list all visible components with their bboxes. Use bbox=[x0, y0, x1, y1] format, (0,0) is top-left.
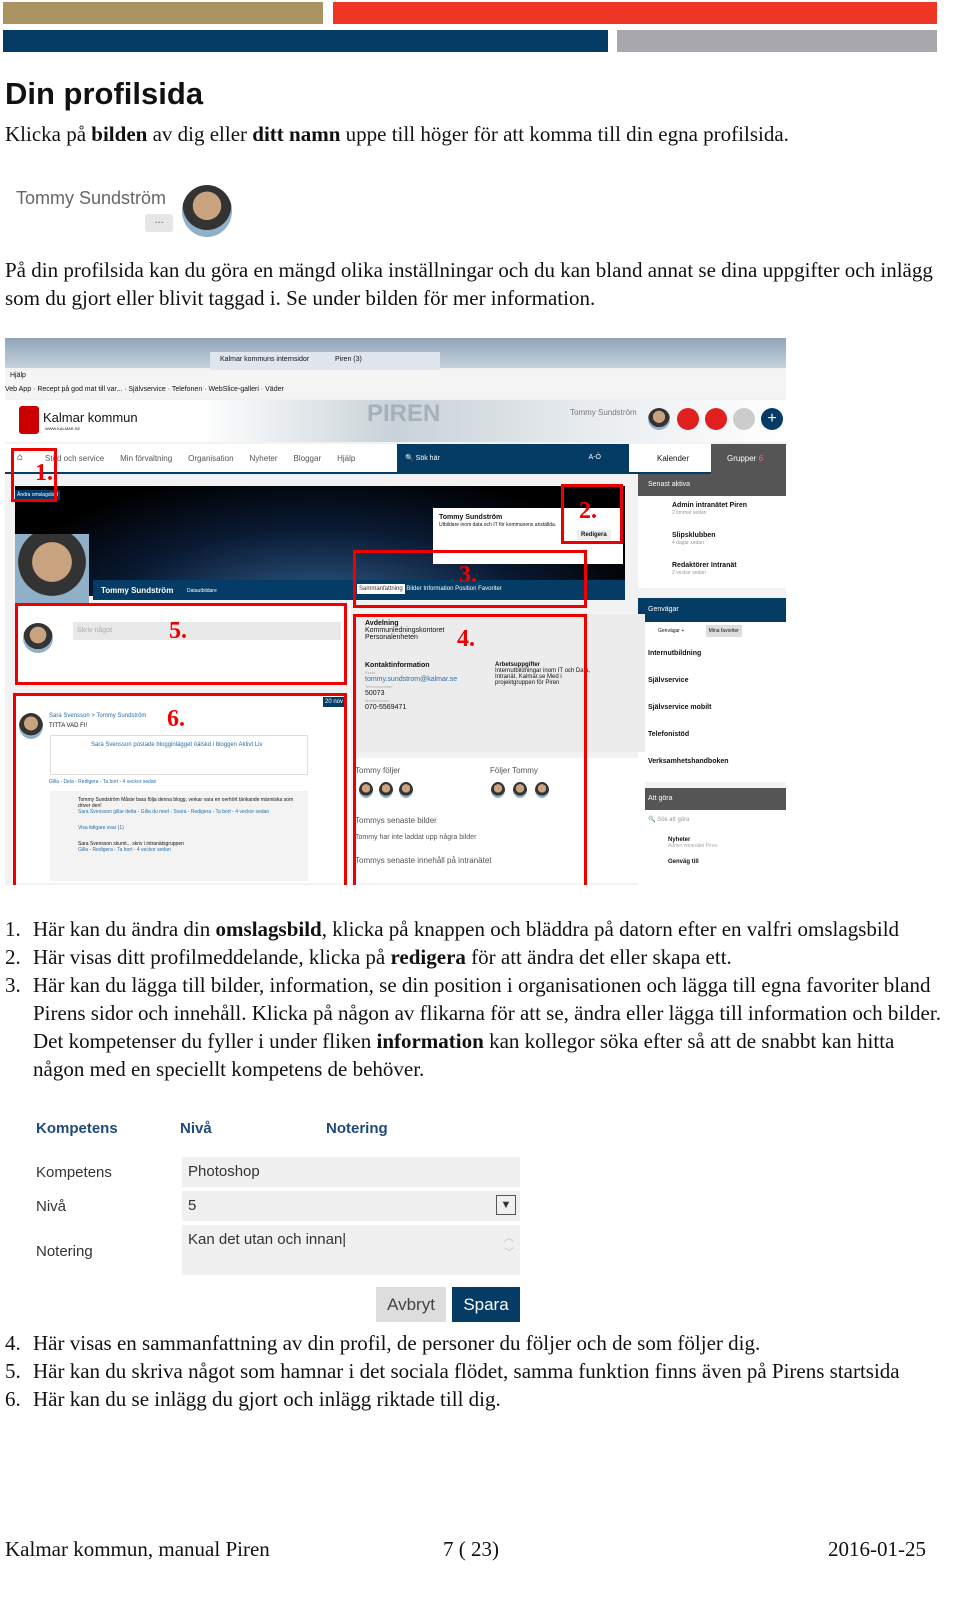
todo-title: Att göra bbox=[638, 788, 786, 810]
shortcuts-title[interactable]: Genvägar bbox=[638, 598, 786, 622]
banner-text: PIREN bbox=[367, 400, 441, 427]
logo-icon bbox=[19, 406, 39, 434]
list-item: 2. Här visas ditt profilmeddelande, klick… bbox=[5, 945, 732, 969]
page-title: Din profilsida bbox=[5, 76, 204, 111]
header-avatar[interactable] bbox=[648, 408, 670, 430]
avatar[interactable] bbox=[182, 185, 232, 237]
shortcut-item[interactable]: Självservice bbox=[638, 671, 786, 698]
profile-screenshot: Kalmar kommuns internsidor Piren (3) Hjä… bbox=[5, 338, 786, 885]
chat-icon[interactable] bbox=[705, 408, 727, 430]
settings-icon[interactable] bbox=[733, 408, 755, 430]
description-text: På din profilsida kan du göra en mängd o… bbox=[5, 258, 933, 310]
menu-help[interactable]: Hjälp bbox=[10, 372, 26, 379]
browser-tab[interactable]: Piren (3) bbox=[335, 356, 362, 363]
instruction-list-2: 4. Här visas en sammanfattning av din pro… bbox=[5, 1329, 945, 1413]
notering-textarea[interactable]: Kan det utan och innan| ︿ ﹀ bbox=[182, 1225, 520, 1275]
page-number: 7 ( 23) bbox=[443, 1537, 499, 1561]
list-item: 6. Här kan du se inlägg du gjort och inlä… bbox=[5, 1387, 501, 1411]
more-button[interactable]: ... bbox=[145, 214, 173, 232]
search-input[interactable]: 🔍 Sök här A-Ö bbox=[397, 444, 629, 474]
footer-date: 2016-01-25 bbox=[828, 1537, 926, 1561]
kompetens-input[interactable]: Photoshop bbox=[182, 1157, 520, 1187]
header-user[interactable]: Tommy Sundström bbox=[570, 408, 637, 417]
recent-title: Senast aktiva bbox=[638, 474, 786, 496]
shortcut-item[interactable]: Självservice mobilt bbox=[638, 698, 786, 725]
list-item: 4. Här visas en sammanfattning av din pro… bbox=[5, 1331, 761, 1355]
recent-item[interactable]: Slipsklubben 4 dagar sedan bbox=[638, 526, 786, 556]
user-chip[interactable]: Tommy Sundström ... bbox=[5, 180, 235, 242]
recent-item[interactable]: Admin intranätet Piren 2 timmar sedan bbox=[638, 496, 786, 526]
save-button[interactable]: Spara bbox=[452, 1287, 520, 1322]
tab-kalender[interactable]: Kalender bbox=[657, 454, 689, 463]
shortcut-item[interactable]: Telefonistöd bbox=[638, 725, 786, 752]
header-bar-navy bbox=[3, 30, 608, 52]
recent-item[interactable]: Redaktörer Intranät 2 veckor sedan bbox=[638, 556, 786, 586]
list-item: 5. Här kan du skriva något som hamnar i d… bbox=[5, 1359, 900, 1383]
shortcut-item[interactable]: Verksamhetshandboken bbox=[638, 752, 786, 779]
footer-left: Kalmar kommun, manual Piren bbox=[5, 1537, 270, 1561]
main-nav: Stöd och service Min förvaltning Organisat… bbox=[45, 454, 356, 463]
browser-tab[interactable]: Kalmar kommuns internsidor bbox=[220, 356, 309, 363]
profile-avatar[interactable] bbox=[15, 534, 89, 604]
list-item: 3. Här kan du lägga till bilder, informat… bbox=[5, 973, 941, 1081]
todo-search[interactable]: 🔍 Sök att göra bbox=[648, 816, 776, 823]
instruction-list-1: 1. Här kan du ändra din omslagsbild, klic… bbox=[5, 915, 945, 1083]
user-name: Tommy Sundström bbox=[16, 188, 167, 208]
mail-icon[interactable] bbox=[677, 408, 699, 430]
cancel-button[interactable]: Avbryt bbox=[376, 1287, 446, 1322]
shortcut-item[interactable]: Internutbildning bbox=[638, 644, 786, 671]
marker-box-4 bbox=[353, 614, 587, 885]
add-icon[interactable]: + bbox=[761, 408, 783, 430]
header-bar-red bbox=[333, 2, 937, 24]
intro-text: Klicka på bilden av dig eller ditt namn … bbox=[5, 122, 789, 146]
logo[interactable]: Kalmar kommun bbox=[43, 410, 138, 425]
header-bar-gray bbox=[617, 30, 937, 52]
list-item: 1. Här kan du ändra din omslagsbild, klic… bbox=[5, 917, 900, 941]
tab-grupper[interactable]: Grupper 6 bbox=[711, 444, 786, 474]
competence-form: Kompetens Nivå Notering Kompetens Nivå N… bbox=[30, 1115, 525, 1325]
header-bar-gold bbox=[3, 2, 323, 24]
niva-select[interactable]: 5 ▼ bbox=[182, 1191, 520, 1221]
chevron-down-icon[interactable]: ▼ bbox=[496, 1195, 516, 1215]
favorites-bar: Veb App · Recept på god mat till var... … bbox=[5, 386, 284, 393]
